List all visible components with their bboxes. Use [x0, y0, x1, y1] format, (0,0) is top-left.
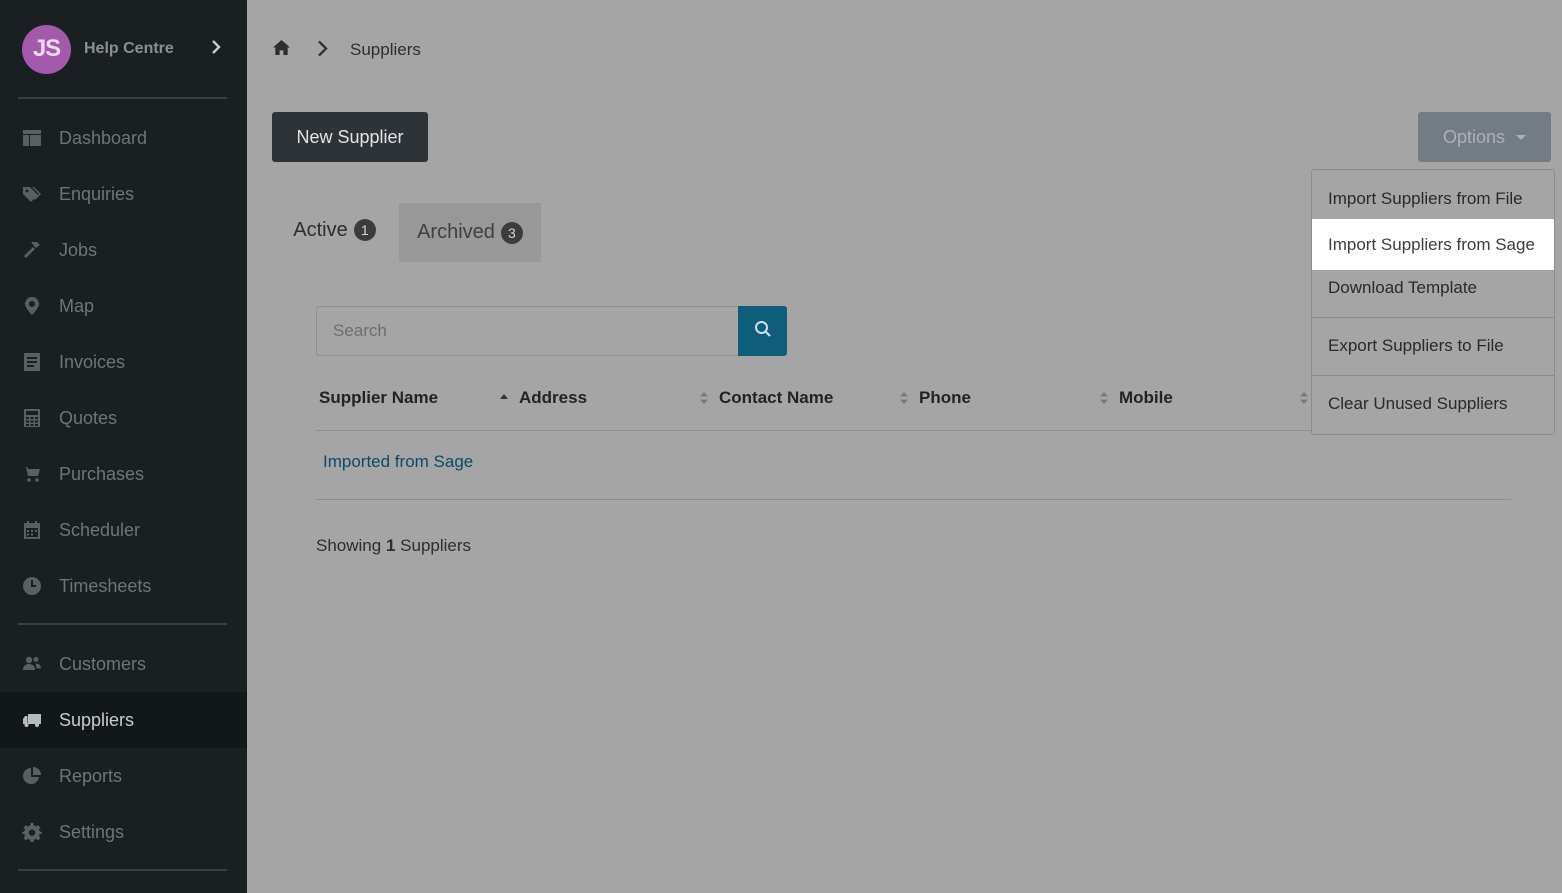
calendar-icon: [21, 519, 43, 541]
profile-switcher[interactable]: JS Help Centre: [22, 24, 227, 74]
menu-item-import-from-file[interactable]: Import Suppliers from File: [1312, 176, 1554, 222]
sort-icon[interactable]: [899, 390, 909, 406]
column-header-contact-name[interactable]: Contact Name: [719, 386, 833, 410]
sort-asc-icon[interactable]: [499, 390, 509, 406]
column-header-address[interactable]: Address: [519, 386, 587, 410]
sidebar-item-timesheets[interactable]: Timesheets: [0, 558, 247, 614]
options-dropdown-menu: Import Suppliers from File Import Suppli…: [1311, 169, 1555, 435]
sidebar-item-label: Customers: [59, 653, 147, 674]
gear-icon: [21, 821, 43, 843]
sidebar-item-label: Purchases: [59, 463, 145, 484]
table-divider: [316, 499, 1511, 500]
caret-down-icon: [1516, 134, 1527, 140]
tab-archived[interactable]: Archived 3: [399, 203, 541, 262]
breadcrumb: Suppliers: [272, 38, 421, 62]
menu-divider: [1312, 317, 1554, 318]
users-icon: [21, 653, 43, 675]
search-input[interactable]: [316, 306, 739, 356]
account-name[interactable]: Help Centre: [84, 40, 211, 58]
sidebar-item-dashboard[interactable]: Dashboard: [0, 110, 247, 166]
count-badge: 3: [500, 221, 523, 244]
sidebar-item-label: Jobs: [59, 239, 98, 260]
sidebar-item-label: Map: [59, 295, 95, 316]
sort-icon[interactable]: [1299, 390, 1309, 406]
hammer-icon: [21, 239, 43, 261]
clock-icon: [21, 575, 43, 597]
sidebar-item-label: Suppliers: [59, 709, 135, 730]
calculator-icon: [21, 407, 43, 429]
tab-active[interactable]: Active 1: [272, 197, 397, 263]
sidebar-item-enquiries[interactable]: Enquiries: [0, 166, 247, 222]
sidebar-divider: [18, 623, 227, 625]
new-supplier-button[interactable]: New Supplier: [272, 112, 428, 162]
menu-item-clear-unused[interactable]: Clear Unused Suppliers: [1312, 381, 1554, 427]
sidebar-item-suppliers[interactable]: Suppliers: [0, 692, 247, 748]
tags-icon: [21, 183, 43, 205]
sidebar-item-map[interactable]: Map: [0, 278, 247, 334]
search-icon: [754, 320, 772, 343]
column-header-phone[interactable]: Phone: [919, 386, 971, 410]
cart-icon: [21, 463, 43, 485]
sidebar-item-invoices[interactable]: Invoices: [0, 334, 247, 390]
avatar[interactable]: JS: [22, 24, 71, 74]
home-icon[interactable]: [272, 39, 291, 61]
pie-chart-icon: [21, 765, 43, 787]
chevron-right-icon[interactable]: [211, 39, 221, 59]
supplier-link[interactable]: Imported from Sage: [323, 452, 473, 472]
sort-icon[interactable]: [699, 390, 709, 406]
column-header-mobile[interactable]: Mobile: [1119, 386, 1173, 410]
options-label: Options: [1442, 126, 1506, 147]
sidebar-item-label: Invoices: [59, 351, 126, 372]
sidebar-item-label: Quotes: [59, 407, 118, 428]
dashboard-icon: [21, 127, 43, 149]
sidebar-item-reports[interactable]: Reports: [0, 748, 247, 804]
sidebar-item-label: Enquiries: [59, 183, 135, 204]
truck-icon: [21, 709, 43, 731]
sidebar-item-label: Settings: [59, 821, 125, 842]
sidebar-item-label: Scheduler: [59, 519, 141, 540]
menu-item-download-template[interactable]: Download Template: [1312, 265, 1554, 311]
sidebar-item-jobs[interactable]: Jobs: [0, 222, 247, 278]
map-pin-icon: [21, 295, 43, 317]
sidebar-item-label: Reports: [59, 765, 123, 786]
sidebar-item-label: Dashboard: [59, 127, 148, 148]
results-count: Showing 1 Suppliers: [316, 536, 472, 555]
tab-label: Active: [293, 218, 348, 241]
menu-divider: [1312, 375, 1554, 376]
menu-item-export-to-file[interactable]: Export Suppliers to File: [1312, 323, 1554, 369]
sidebar: JS Help Centre Dashboard Enquiries Jobs …: [0, 0, 247, 893]
menu-item-import-from-sage[interactable]: Import Suppliers from Sage: [1312, 219, 1554, 270]
count-badge: 1: [353, 219, 376, 241]
sort-icon[interactable]: [1099, 390, 1109, 406]
sidebar-item-label: Timesheets: [59, 575, 152, 596]
column-header-supplier-name[interactable]: Supplier Name: [319, 386, 438, 410]
sidebar-divider: [18, 869, 227, 871]
sidebar-item-customers[interactable]: Customers: [0, 636, 247, 692]
sidebar-divider: [18, 97, 227, 99]
sidebar-item-settings[interactable]: Settings: [0, 804, 247, 860]
breadcrumb-chevron-icon: [313, 40, 332, 61]
invoice-icon: [21, 351, 43, 373]
options-button[interactable]: Options: [1418, 112, 1551, 162]
sidebar-item-quotes[interactable]: Quotes: [0, 390, 247, 446]
tab-label: Archived: [417, 221, 495, 243]
breadcrumb-current: Suppliers: [350, 40, 421, 59]
search-button[interactable]: [738, 306, 787, 356]
sidebar-item-purchases[interactable]: Purchases: [0, 446, 247, 502]
sidebar-item-scheduler[interactable]: Scheduler: [0, 502, 247, 558]
